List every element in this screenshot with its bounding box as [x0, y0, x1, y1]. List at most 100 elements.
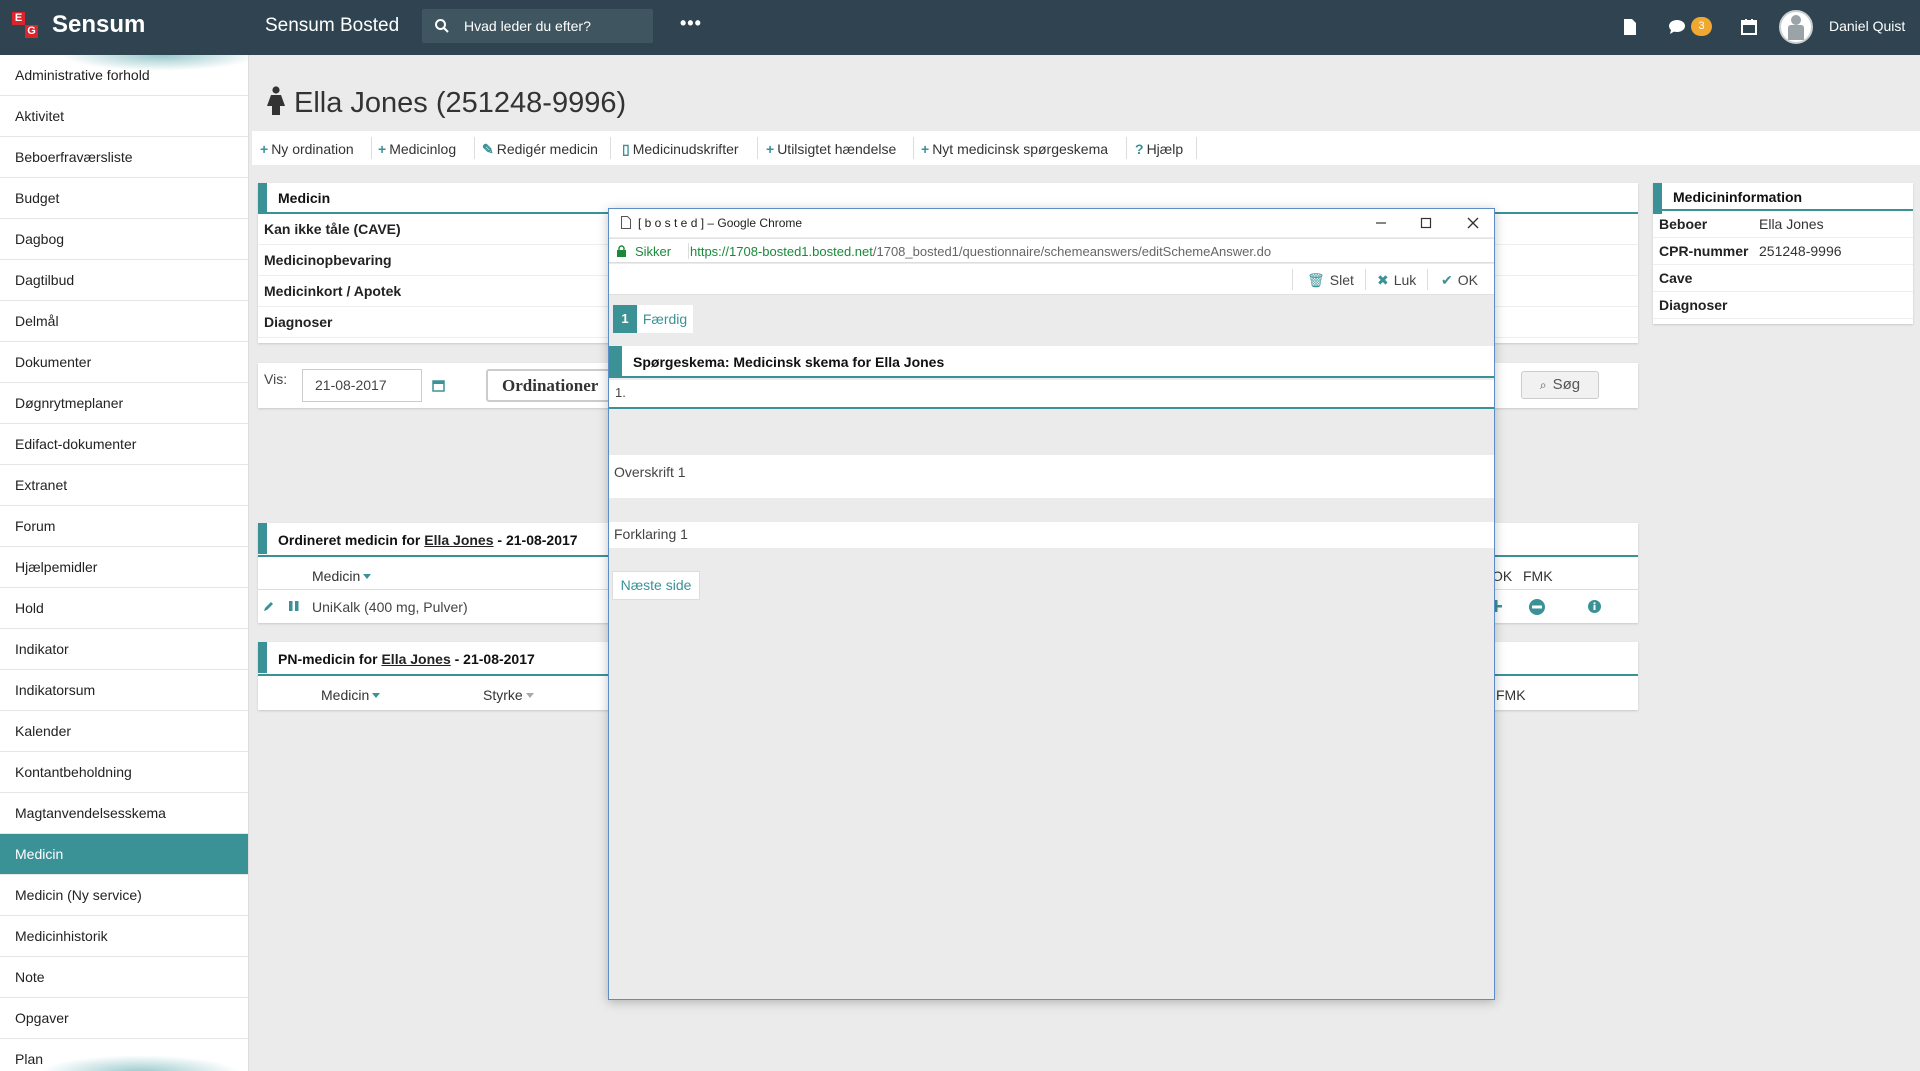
eg-logo[interactable]: E G [12, 12, 40, 40]
page-title: Ella Jones (251248-9996) [266, 86, 626, 120]
sidebar-item-døgnrytmeplaner[interactable]: Døgnrytmeplaner [0, 383, 248, 424]
sidebar-item-kontantbeholdning[interactable]: Kontantbeholdning [0, 752, 248, 793]
column-header-medicin[interactable]: Medicin [312, 568, 372, 584]
questionnaire-popup-window: [ b o s t e d ] – Google Chrome Sikker h… [608, 208, 1495, 1000]
logo-letter-e: E [12, 12, 25, 25]
chat-icon[interactable] [1668, 18, 1686, 36]
sidebar-item-hjælpemidler[interactable]: Hjælpemidler [0, 547, 248, 588]
sidebar-item-dagbog[interactable]: Dagbog [0, 219, 248, 260]
sidebar-item-budget[interactable]: Budget [0, 178, 248, 219]
more-menu-icon[interactable]: ••• [680, 13, 702, 34]
delete-button[interactable]: 🗑 Slet [1307, 272, 1354, 289]
pause-icon[interactable] [288, 600, 300, 612]
questionnaire-title: Spørgeskema: Medicinsk skema for Ella Jo… [633, 354, 945, 370]
sidebar: Administrative forhold Aktivitet Beboerfra… [0, 55, 249, 1071]
person-link[interactable]: Ella Jones [381, 651, 450, 667]
medicin-name[interactable]: UniKalk (400 mg, Pulver) [312, 599, 468, 615]
person-link[interactable]: Ella Jones [424, 532, 493, 548]
address-separator [688, 243, 689, 259]
help-action[interactable]: ? Hjælp [1135, 141, 1183, 157]
top-navbar: E G Sensum Sensum Bosted ••• 3 Daniel Qu… [0, 0, 1920, 55]
question-number: 1. [609, 380, 1494, 409]
document-icon[interactable] [1622, 18, 1638, 36]
info-row-diagnoses: Diagnoser [1653, 292, 1913, 319]
pencil-icon: ✎ [482, 141, 494, 157]
address-bar[interactable]: Sikker https://1708-bosted1.bosted.net/1… [609, 238, 1494, 263]
action-label: Hjælp [1146, 141, 1184, 157]
sidebar-item-forum[interactable]: Forum [0, 506, 248, 547]
sidebar-item-administrative-forhold[interactable]: Administrative forhold [0, 55, 248, 96]
search-icon: ⌕ [1539, 378, 1547, 392]
sidebar-item-extranet[interactable]: Extranet [0, 465, 248, 506]
close-icon[interactable] [1464, 214, 1482, 232]
trash-icon: 🗑 [1307, 272, 1325, 288]
female-person-icon [267, 86, 285, 115]
url-scheme: https:// [690, 244, 730, 259]
unintended-event-action[interactable]: + Utilsigtet hændelse [766, 141, 896, 157]
brand-name[interactable]: Sensum [52, 11, 145, 39]
ordinations-dropdown[interactable]: Ordinationer [486, 369, 616, 402]
url-text: https://1708-bosted1.bosted.net/1708_bos… [690, 244, 1271, 259]
user-avatar[interactable] [1779, 10, 1813, 44]
toolbar-separator [1292, 269, 1293, 290]
title-prefix: Ordineret medicin for [278, 532, 421, 548]
search-box[interactable] [422, 9, 653, 43]
close-button[interactable]: ✖ Luk [1377, 272, 1416, 289]
user-name[interactable]: Daniel Quist [1829, 18, 1905, 34]
minimize-icon[interactable] [1372, 214, 1390, 232]
action-label: Medicinlog [389, 141, 457, 157]
step-number[interactable]: 1 [613, 305, 637, 333]
calendar-icon[interactable] [432, 379, 445, 392]
sidebar-item-hold[interactable]: Hold [0, 588, 248, 629]
date-input[interactable]: 21-08-2017 [302, 369, 422, 402]
calendar-icon[interactable] [1741, 18, 1757, 36]
sidebar-item-indikator[interactable]: Indikator [0, 629, 248, 670]
sidebar-list: Administrative forhold Aktivitet Beboerfra… [0, 55, 248, 1071]
column-header-styrke[interactable]: Styrke [483, 687, 534, 703]
sidebar-item-medicinhistorik[interactable]: Medicinhistorik [0, 916, 248, 957]
action-separator [1126, 137, 1127, 159]
column-label: Medicin [321, 687, 370, 703]
minus-circle-icon[interactable] [1529, 599, 1545, 615]
search-input[interactable] [464, 16, 644, 36]
action-separator [757, 137, 758, 159]
edit-medicin-action[interactable]: ✎ Redigér medicin [482, 141, 598, 158]
search-button[interactable]: ⌕ Søg [1521, 371, 1599, 399]
page-icon [621, 216, 631, 229]
action-label: Ny ordination [271, 141, 354, 157]
search-icon [435, 19, 449, 33]
sidebar-item-beboerfraværsliste[interactable]: Beboerfraværsliste [0, 137, 248, 178]
new-questionnaire-action[interactable]: + Nyt medicinsk spørgeskema [921, 141, 1108, 157]
step-done-tab[interactable]: Færdig [637, 305, 693, 333]
action-label: Utilsigtet hændelse [777, 141, 897, 157]
ok-button[interactable]: ✔ OK [1441, 272, 1478, 289]
column-header-fmk: FMK [1523, 568, 1553, 584]
info-value: 251248-9996 [1759, 243, 1842, 259]
sidebar-item-edifact-dokumenter[interactable]: Edifact-dokumenter [0, 424, 248, 465]
sidebar-item-indikatorsum[interactable]: Indikatorsum [0, 670, 248, 711]
next-page-button[interactable]: Næste side [612, 571, 700, 600]
medicinlog-action[interactable]: + Medicinlog [378, 141, 456, 157]
pencil-icon[interactable] [263, 600, 275, 612]
sidebar-item-aktivitet[interactable]: Aktivitet [0, 96, 248, 137]
window-title: [ b o s t e d ] – Google Chrome [638, 216, 803, 230]
sidebar-item-kalender[interactable]: Kalender [0, 711, 248, 752]
sidebar-item-dagtilbud[interactable]: Dagtilbud [0, 260, 248, 301]
new-ordination-action[interactable]: + Ny ordination [260, 141, 354, 157]
medicin-prints-action[interactable]: ▯ Medicinudskrifter [622, 141, 739, 158]
sidebar-item-magtanvendelsesskema[interactable]: Magtanvendelsesskema [0, 793, 248, 834]
sidebar-item-delmål[interactable]: Delmål [0, 301, 248, 342]
info-icon[interactable] [1588, 600, 1601, 613]
sidebar-item-medicin[interactable]: Medicin [0, 834, 248, 875]
sidebar-item-dokumenter[interactable]: Dokumenter [0, 342, 248, 383]
sidebar-item-opgaver[interactable]: Opgaver [0, 998, 248, 1039]
title-suffix: - 21-08-2017 [454, 651, 535, 667]
info-row-cave: Cave [1653, 265, 1913, 292]
maximize-icon[interactable] [1417, 214, 1435, 232]
app-title[interactable]: Sensum Bosted [265, 15, 399, 37]
check-icon: ✔ [1441, 272, 1453, 288]
sidebar-item-medicin-ny-service[interactable]: Medicin (Ny service) [0, 875, 248, 916]
column-header-medicin[interactable]: Medicin [321, 687, 381, 703]
sidebar-item-note[interactable]: Note [0, 957, 248, 998]
info-key: Cave [1659, 270, 1693, 286]
